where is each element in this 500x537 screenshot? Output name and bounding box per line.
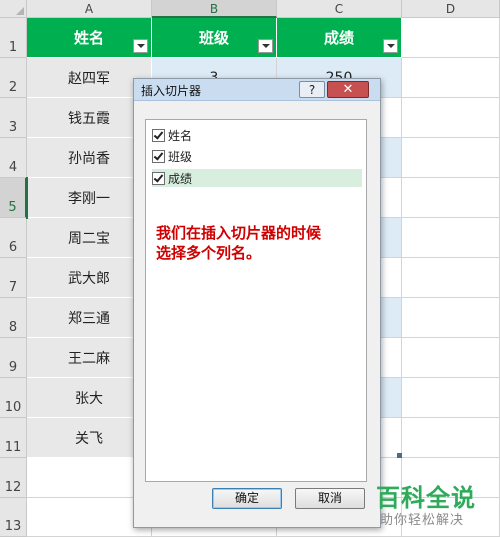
dialog-title: 插入切片器 — [141, 84, 202, 98]
field-option-class[interactable]: 班级 — [152, 147, 362, 165]
row-header-3[interactable]: 3 — [0, 98, 27, 138]
help-button[interactable]: ? — [299, 81, 325, 98]
row-header-7[interactable]: 7 — [0, 258, 27, 298]
field-option-score[interactable]: 成绩 — [152, 169, 362, 187]
row-header-6[interactable]: 6 — [0, 218, 27, 258]
checkbox-checked[interactable] — [152, 149, 165, 163]
close-button[interactable]: ✕ — [327, 81, 369, 98]
column-header-c[interactable]: C — [277, 0, 402, 18]
dialog-titlebar[interactable]: 插入切片器 ? ✕ — [134, 79, 380, 101]
filter-dropdown-button[interactable] — [258, 39, 273, 53]
cell-d[interactable] — [402, 258, 500, 298]
cell-d[interactable] — [402, 98, 500, 138]
row-header-10[interactable]: 10 — [0, 378, 27, 418]
row-header-11[interactable]: 11 — [0, 418, 27, 458]
row-header-12[interactable]: 12 — [0, 458, 27, 498]
row-header-4[interactable]: 4 — [0, 138, 27, 178]
cell-d[interactable] — [402, 378, 500, 418]
cell-d[interactable] — [402, 338, 500, 378]
select-all-corner[interactable] — [0, 0, 27, 18]
filter-dropdown-button[interactable] — [383, 39, 398, 53]
row-header-1[interactable]: 1 — [0, 18, 27, 58]
checkbox-checked[interactable] — [152, 171, 165, 185]
header-cell-class[interactable]: 班级 — [152, 18, 277, 58]
table-resize-handle[interactable] — [397, 453, 402, 458]
insert-slicer-dialog: 插入切片器 ? ✕ 姓名 班级 成绩 我们在插入切片器的时候 选择多个列名。 确… — [133, 78, 381, 528]
active-cell-marker — [26, 177, 28, 219]
cell-d[interactable] — [402, 218, 500, 258]
cell-d[interactable] — [402, 138, 500, 178]
filter-dropdown-button[interactable] — [133, 39, 148, 53]
row-header-8[interactable]: 8 — [0, 298, 27, 338]
field-option-name[interactable]: 姓名 — [152, 126, 362, 144]
cell-d[interactable] — [402, 178, 500, 218]
row-header-9[interactable]: 9 — [0, 338, 27, 378]
cell-d[interactable] — [402, 58, 500, 98]
header-cell-name[interactable]: 姓名 — [27, 18, 152, 58]
column-header-b[interactable]: B — [152, 0, 277, 18]
column-header-d[interactable]: D — [402, 0, 500, 18]
cell-d[interactable] — [402, 298, 500, 338]
row-header-13[interactable]: 13 — [0, 498, 27, 537]
row-header-5[interactable]: 5 — [0, 178, 27, 218]
cell-d1[interactable] — [402, 18, 500, 58]
header-cell-score[interactable]: 成绩 — [277, 18, 402, 58]
watermark-logo: 百科全说 — [376, 484, 476, 512]
checkbox-checked[interactable] — [152, 128, 165, 142]
ok-button[interactable]: 确定 — [212, 488, 282, 509]
watermark-slogan: 助你轻松解决 — [380, 513, 465, 528]
annotation-text: 我们在插入切片器的时候 选择多个列名。 — [156, 224, 322, 262]
cell-d[interactable] — [402, 418, 500, 458]
field-list: 姓名 班级 成绩 — [145, 119, 367, 482]
cancel-button[interactable]: 取消 — [295, 488, 365, 509]
row-header-2[interactable]: 2 — [0, 58, 27, 98]
column-header-a[interactable]: A — [27, 0, 152, 18]
